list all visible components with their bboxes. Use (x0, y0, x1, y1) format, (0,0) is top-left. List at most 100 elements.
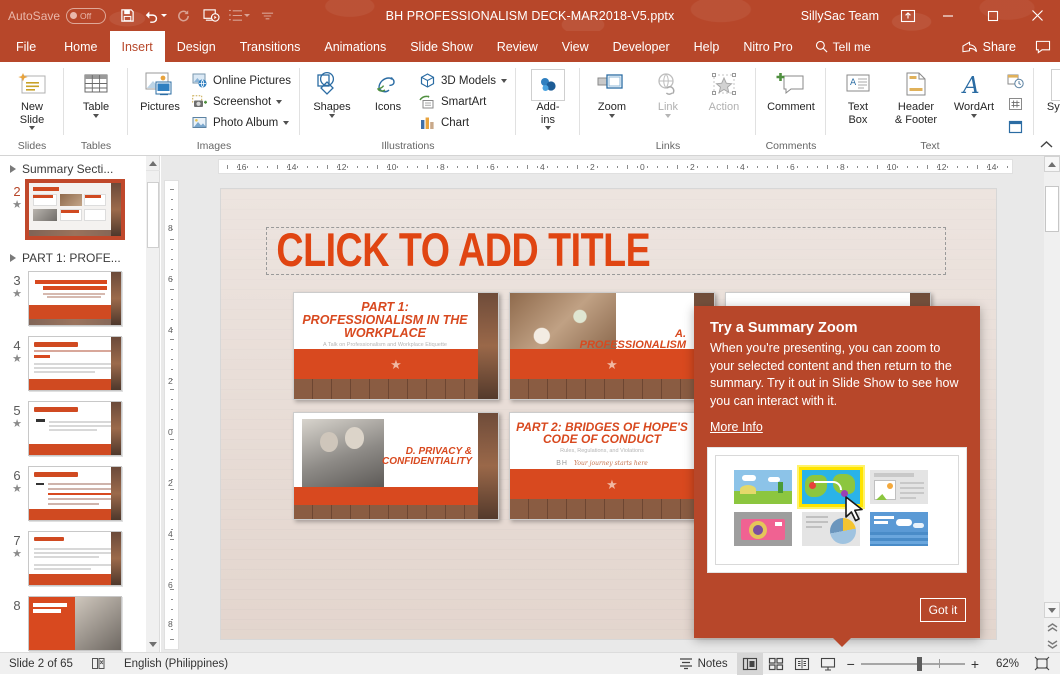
slide-thumbnail-8[interactable] (28, 596, 122, 651)
3d-models-button[interactable]: 3D Models (416, 70, 512, 91)
close-button[interactable] (1015, 0, 1060, 31)
slide-thumbnail-4[interactable] (28, 336, 122, 391)
list-item[interactable]: 8 (0, 594, 146, 652)
add-ins-button[interactable]: Add- ins (520, 67, 576, 132)
slide-number-icon[interactable] (1004, 93, 1028, 114)
slide-thumbnail-7[interactable] (28, 531, 122, 586)
got-it-button[interactable]: Got it (920, 598, 966, 622)
slide-thumbnail-3[interactable] (28, 271, 122, 326)
new-slide-dropdown-icon[interactable] (29, 126, 35, 130)
tab-insert[interactable]: Insert (110, 31, 165, 62)
start-presentation-button[interactable] (198, 4, 224, 28)
collapse-ribbon-icon[interactable] (1038, 136, 1054, 152)
reading-view-button[interactable] (789, 653, 815, 675)
screenshot-dropdown-icon[interactable] (276, 100, 282, 104)
zoom-dropdown-icon[interactable] (609, 114, 615, 118)
save-button[interactable] (114, 4, 140, 28)
screenshot-button[interactable]: Screenshot (188, 91, 296, 112)
comments-icon[interactable] (1026, 31, 1060, 62)
section-collapse-icon[interactable] (10, 254, 16, 262)
notes-button[interactable]: Notes (670, 653, 737, 675)
add-ins-dropdown-icon[interactable] (545, 126, 551, 130)
tab-review[interactable]: Review (485, 31, 550, 62)
tab-transitions[interactable]: Transitions (228, 31, 313, 62)
wordart-button[interactable]: A WordArt (946, 67, 1002, 120)
language-indicator[interactable]: English (Philippines) (115, 653, 237, 675)
slide-sorter-button[interactable] (763, 653, 789, 675)
slide-thumbnail-6[interactable] (28, 466, 122, 521)
slide-position[interactable]: Slide 2 of 65 (0, 653, 82, 675)
list-button[interactable] (226, 4, 252, 28)
zoom-card-2[interactable]: A. PROFESSIONALISM ★ (509, 292, 715, 400)
zoom-in-button[interactable]: + (971, 656, 979, 672)
zoom-button[interactable]: Zoom (584, 67, 640, 120)
title-placeholder[interactable]: CLICK TO ADD TITLE (266, 227, 946, 275)
date-time-icon[interactable] (1004, 70, 1028, 91)
tab-developer[interactable]: Developer (601, 31, 682, 62)
online-pictures-button[interactable]: Online Pictures (188, 70, 296, 91)
tab-design[interactable]: Design (165, 31, 228, 62)
scroll-down-icon[interactable] (146, 637, 160, 652)
slide-thumbnail-5[interactable] (28, 401, 122, 456)
zoom-card-1[interactable]: PART 1: PROFESSIONALISM IN THE WORKPLACE… (293, 292, 499, 400)
normal-view-button[interactable] (737, 653, 763, 675)
ribbon-display-options-icon[interactable] (891, 0, 925, 31)
minimize-button[interactable] (925, 0, 970, 31)
slide-thumbnail-2[interactable] (28, 182, 122, 237)
list-dropdown-icon[interactable] (244, 14, 250, 17)
canvas-scrollbar[interactable] (1044, 156, 1060, 652)
customize-quick-access-button[interactable] (254, 4, 280, 28)
tab-animations[interactable]: Animations (312, 31, 398, 62)
fit-to-window-button[interactable] (1025, 653, 1060, 675)
section-collapse-icon[interactable] (10, 165, 16, 173)
object-icon[interactable] (1004, 116, 1028, 137)
list-item[interactable]: 5 ★ (0, 399, 146, 464)
zoom-card-5[interactable]: PART 2: BRIDGES OF HOPE'S CODE OF CONDUC… (509, 412, 715, 520)
tab-file[interactable]: File (0, 31, 52, 62)
spell-check-icon[interactable] (82, 653, 115, 675)
icons-button[interactable]: Icons (360, 67, 416, 116)
scroll-up-icon[interactable] (146, 156, 160, 171)
table-dropdown-icon[interactable] (93, 114, 99, 118)
zoom-level-label[interactable]: 62% (985, 658, 1019, 670)
undo-dropdown-icon[interactable] (161, 14, 167, 17)
account-name[interactable]: SillySac Team (801, 9, 879, 23)
list-item[interactable]: 6 ★ (0, 464, 146, 529)
chart-button[interactable]: Chart (416, 112, 512, 133)
pictures-button[interactable]: Pictures (132, 67, 188, 116)
tab-help[interactable]: Help (682, 31, 732, 62)
next-slide-icon[interactable] (1044, 636, 1060, 652)
slide-thumbnail-panel[interactable]: Summary Secti... 2 ★ (0, 156, 146, 652)
list-item[interactable]: 2 ★ (0, 180, 146, 245)
symbols-button[interactable]: Ω Symbols (1038, 67, 1060, 120)
list-item[interactable]: 3 ★ (0, 269, 146, 334)
zoom-handle[interactable] (917, 657, 922, 671)
photo-album-button[interactable]: Photo Album (188, 112, 296, 133)
undo-button[interactable] (142, 4, 168, 28)
summary-zoom-teaching-callout[interactable]: Try a Summary Zoom When you're presentin… (694, 306, 980, 638)
shapes-button[interactable]: Shapes (304, 67, 360, 120)
maximize-button[interactable] (970, 0, 1015, 31)
text-box-button[interactable]: A Text Box (830, 67, 886, 128)
thumbnail-panel-scrollbar[interactable] (146, 156, 160, 652)
list-item[interactable]: 4 ★ (0, 334, 146, 399)
tab-home[interactable]: Home (52, 31, 109, 62)
scrollbar-thumb[interactable] (1045, 186, 1059, 232)
zoom-card-4[interactable]: D. PRIVACY & CONFIDENTIALITY (293, 412, 499, 520)
wordart-dropdown-icon[interactable] (971, 114, 977, 118)
header-footer-button[interactable]: Header & Footer (886, 67, 946, 128)
smartart-button[interactable]: SmartArt (416, 91, 512, 112)
scroll-down-icon[interactable] (1044, 602, 1060, 618)
scroll-up-icon[interactable] (1044, 156, 1060, 172)
autosave-control[interactable]: AutoSave Off (8, 8, 106, 24)
new-comment-button[interactable]: Comment (760, 67, 822, 116)
tab-nitro-pro[interactable]: Nitro Pro (731, 31, 804, 62)
section-header-summary[interactable]: Summary Secti... (0, 156, 146, 180)
table-button[interactable]: Table (68, 67, 124, 120)
previous-slide-icon[interactable] (1044, 619, 1060, 635)
3d-models-dropdown-icon[interactable] (501, 79, 507, 83)
zoom-out-button[interactable]: − (847, 656, 855, 672)
slide-show-button[interactable] (815, 653, 841, 675)
tab-slide-show[interactable]: Slide Show (398, 31, 485, 62)
list-item[interactable]: 7 ★ (0, 529, 146, 594)
